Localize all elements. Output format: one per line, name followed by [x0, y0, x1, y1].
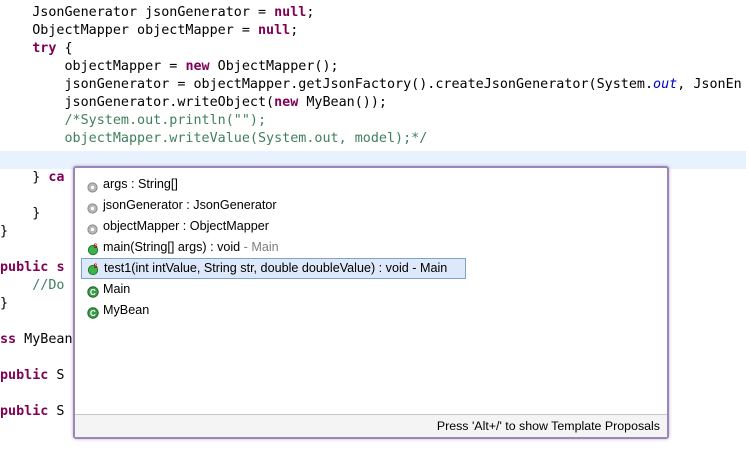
public-static-method-icon: S — [87, 263, 99, 276]
selected-proposal-item[interactable]: Stest1(int intValue, String str, double … — [81, 258, 466, 279]
svg-text:S: S — [94, 244, 98, 250]
code-token: S — [48, 368, 65, 383]
proposal-list[interactable]: args : String[] jsonGenerator : JsonGener… — [81, 174, 661, 321]
local-variable-icon — [87, 179, 98, 193]
keyword-token: ss — [0, 332, 17, 347]
keyword-token: ca — [48, 170, 65, 185]
popup-status-bar: Press 'Alt+/' to show Template Proposals — [75, 414, 667, 437]
code-line[interactable]: } — [0, 223, 8, 241]
proposal-label: Main — [103, 282, 131, 296]
code-token: ; — [290, 23, 299, 38]
svg-text:C: C — [90, 288, 96, 297]
code-token: objectMapper = — [0, 59, 186, 74]
code-line[interactable]: } ca — [0, 169, 65, 187]
local-variable-icon — [87, 221, 98, 235]
code-line[interactable]: //Do — [0, 277, 65, 295]
code-line[interactable]: objectMapper.writeValue(System.out, mode… — [0, 130, 427, 148]
content-assist-popup: args : String[] jsonGenerator : JsonGener… — [73, 166, 669, 439]
code-token: JsonGenerator jsonGenerator = — [0, 5, 275, 20]
code-token: } — [0, 206, 41, 221]
proposal-label: objectMapper : ObjectMapper — [103, 219, 269, 233]
code-token: ; — [306, 5, 315, 20]
svg-text:C: C — [90, 309, 96, 318]
code-line[interactable]: /*System.out.println(""); — [0, 112, 266, 130]
code-token: } — [0, 296, 9, 311]
proposal-label: test1(int intValue, String str, double d… — [104, 261, 448, 275]
proposal-label: MyBean — [103, 303, 150, 317]
code-line[interactable]: ss MyBean — [0, 331, 73, 349]
keyword-token: null — [274, 5, 307, 20]
code-line[interactable]: } — [0, 295, 8, 313]
code-line[interactable]: JsonGenerator jsonGenerator = null; — [0, 4, 314, 22]
code-line[interactable]: public S — [0, 403, 65, 421]
comment-token: objectMapper.writeValue(System.out, mode… — [0, 131, 428, 146]
comment-token: ); — [249, 113, 267, 128]
code-line[interactable]: public s — [0, 259, 65, 277]
code-token: ObjectMapper(); — [209, 59, 339, 74]
code-token: ObjectMapper objectMapper = — [0, 23, 258, 38]
code-token: MyBean — [16, 332, 73, 347]
proposal-item[interactable]: args : String[] — [81, 174, 661, 195]
comment-token: /*System.out.println( — [0, 113, 234, 128]
proposal-item[interactable]: jsonGenerator : JsonGenerator — [81, 195, 661, 216]
code-token: } — [0, 170, 49, 185]
proposal-item[interactable]: C MyBean — [81, 300, 661, 321]
code-line[interactable]: objectMapper = new ObjectMapper(); — [0, 58, 339, 76]
local-variable-icon — [87, 200, 98, 214]
code-token: MyBean()); — [298, 95, 387, 110]
code-token: jsonGenerator.writeObject( — [0, 95, 275, 110]
public-static-method-icon: S — [87, 242, 99, 256]
keyword-token: new — [185, 59, 210, 74]
code-token: } — [0, 224, 9, 239]
comment-token: "" — [233, 113, 250, 128]
keyword-token: new — [274, 95, 299, 110]
keyword-token: public — [0, 260, 49, 275]
keyword-token: s — [56, 260, 65, 275]
code-line[interactable]: } — [0, 205, 40, 223]
proposal-item[interactable]: Smain(String[] args) : void - Main — [81, 237, 661, 258]
proposal-label: main(String[] args) : void — [103, 240, 241, 254]
proposal-item[interactable]: objectMapper : ObjectMapper — [81, 216, 661, 237]
code-token: S — [48, 404, 65, 419]
proposal-label: jsonGenerator : JsonGenerator — [103, 198, 277, 212]
static-field-token: out — [653, 77, 678, 92]
proposal-item[interactable]: C Main — [81, 279, 661, 300]
code-line[interactable]: jsonGenerator.writeObject(new MyBean()); — [0, 94, 387, 112]
proposal-label: args : String[] — [103, 177, 178, 191]
keyword-token: public — [0, 404, 49, 419]
code-line[interactable]: jsonGenerator = objectMapper.getJsonFact… — [0, 76, 742, 94]
code-token: , JsonEn — [677, 77, 742, 92]
code-line[interactable]: ObjectMapper objectMapper = null; — [0, 22, 298, 40]
class-icon: C — [87, 284, 99, 298]
proposal-declaring-type: - Main — [240, 240, 279, 254]
code-token: { — [56, 41, 73, 56]
keyword-token: public — [0, 368, 49, 383]
code-token: jsonGenerator = objectMapper.getJsonFact… — [0, 77, 654, 92]
keyword-token: try — [32, 41, 57, 56]
template-proposals-hint: Press 'Alt+/' to show Template Proposals — [436, 419, 660, 433]
code-line[interactable]: public S — [0, 367, 65, 385]
svg-text:S: S — [94, 264, 98, 270]
code-line[interactable]: try { — [0, 40, 73, 58]
class-icon: C — [87, 305, 99, 319]
comment-token: //Do — [0, 278, 65, 293]
keyword-token: null — [257, 23, 291, 38]
